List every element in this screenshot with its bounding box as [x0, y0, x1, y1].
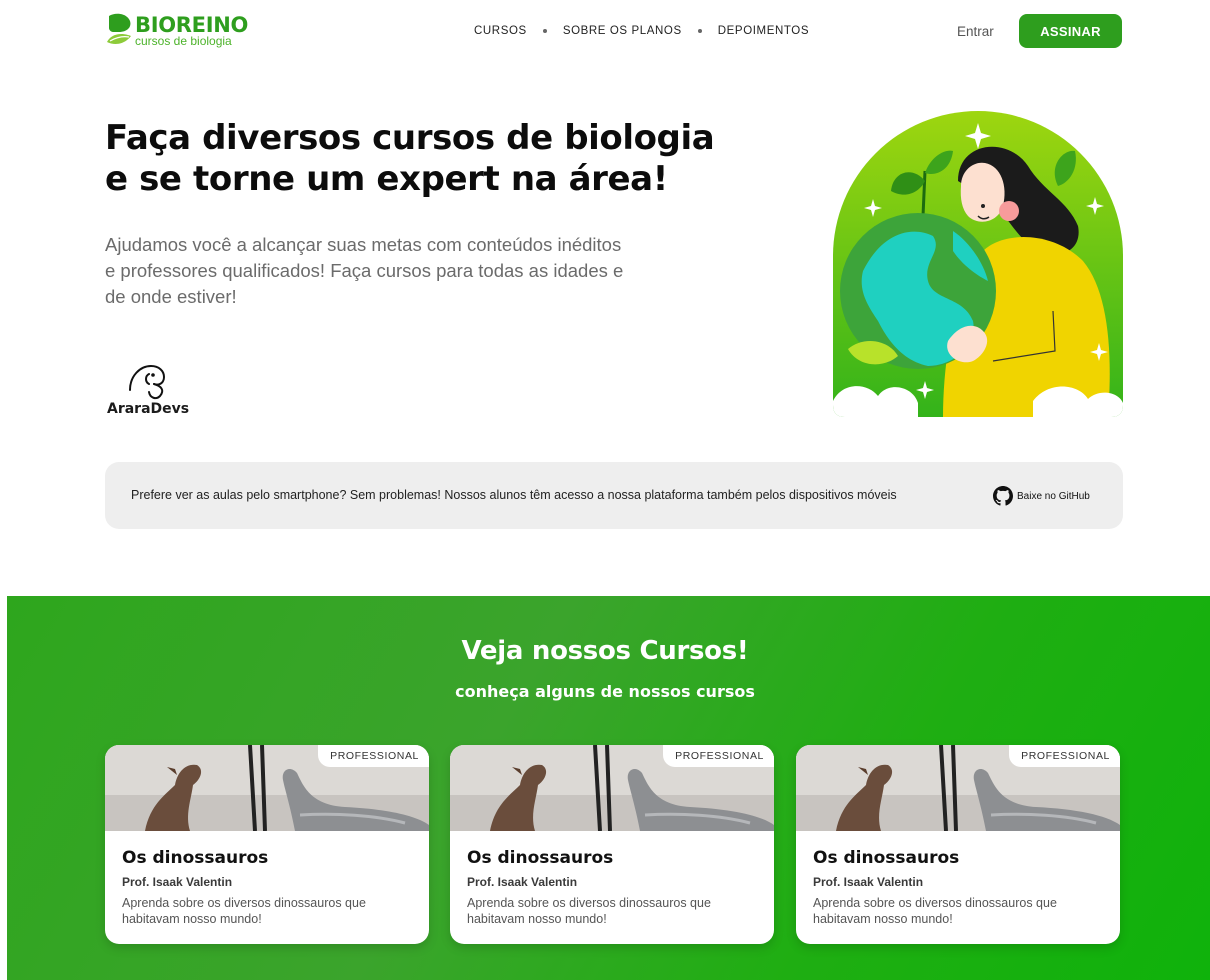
site-header: BIOREINO cursos de biologia CURSOS SOBRE…: [0, 0, 1210, 62]
course-card[interactable]: PROFESSIONAL Os dinossauros Prof. Isaak …: [450, 745, 774, 944]
course-professor: Prof. Isaak Valentin: [122, 875, 233, 889]
course-title: Os dinossauros: [467, 848, 614, 868]
github-icon: [993, 486, 1013, 506]
main-nav: CURSOS SOBRE OS PLANOS DEPOIMENTOS: [474, 25, 809, 37]
mobile-access-text: Prefere ver as aulas pelo smartphone? Se…: [131, 488, 897, 502]
partner-logo: AraraDevs: [105, 360, 205, 420]
hero-title: Faça diversos cursos de biologia e se to…: [105, 118, 745, 200]
course-card[interactable]: PROFESSIONAL Os dinossauros Prof. Isaak …: [105, 745, 429, 944]
course-level-badge: PROFESSIONAL: [318, 745, 429, 767]
nav-item-depoimentos[interactable]: DEPOIMENTOS: [718, 25, 809, 37]
course-description: Aprenda sobre os diversos dinossauros qu…: [813, 896, 1057, 926]
nav-item-cursos[interactable]: CURSOS: [474, 25, 527, 37]
course-level-badge: PROFESSIONAL: [1009, 745, 1120, 767]
course-description: Aprenda sobre os diversos dinossauros qu…: [122, 896, 366, 926]
course-title: Os dinossauros: [122, 848, 269, 868]
course-description: Aprenda sobre os diversos dinossauros qu…: [467, 896, 711, 926]
nav-item-sobre-os-planos[interactable]: SOBRE OS PLANOS: [563, 25, 682, 37]
hero-title-line-1: Faça diversos cursos de biologia: [105, 118, 715, 158]
subscribe-button[interactable]: ASSINAR: [1019, 14, 1122, 48]
mobile-access-banner: Prefere ver as aulas pelo smartphone? Se…: [105, 462, 1123, 529]
hero-illustration: [833, 111, 1123, 417]
hero-description: Ajudamos você a alcançar suas metas com …: [105, 234, 624, 307]
course-card[interactable]: PROFESSIONAL Os dinossauros Prof. Isaak …: [796, 745, 1120, 944]
course-title: Os dinossauros: [813, 848, 960, 868]
hero-title-line-2: e se torne um expert na área!: [105, 159, 668, 199]
courses-section: Veja nossos Cursos! conheça alguns de no…: [7, 596, 1210, 980]
github-download-label: Baixe no GitHub: [1017, 490, 1090, 502]
github-download-link[interactable]: Baixe no GitHub: [993, 485, 1090, 507]
brand-name: BIOREINO: [135, 13, 249, 37]
brand-logo[interactable]: BIOREINO cursos de biologia: [105, 12, 255, 50]
login-link[interactable]: Entrar: [957, 24, 994, 39]
courses-subtitle: conheça alguns de nossos cursos: [455, 682, 755, 701]
courses-title: Veja nossos Cursos!: [461, 636, 749, 666]
partner-name: AraraDevs: [107, 401, 190, 417]
course-level-badge: PROFESSIONAL: [663, 745, 774, 767]
course-professor: Prof. Isaak Valentin: [813, 875, 924, 889]
brand-tagline: cursos de biologia: [135, 34, 232, 48]
nav-separator: [697, 29, 702, 33]
parrot-icon: [129, 364, 166, 400]
course-professor: Prof. Isaak Valentin: [467, 875, 578, 889]
nav-separator: [542, 29, 547, 33]
leaf-logo-icon: [107, 13, 131, 44]
